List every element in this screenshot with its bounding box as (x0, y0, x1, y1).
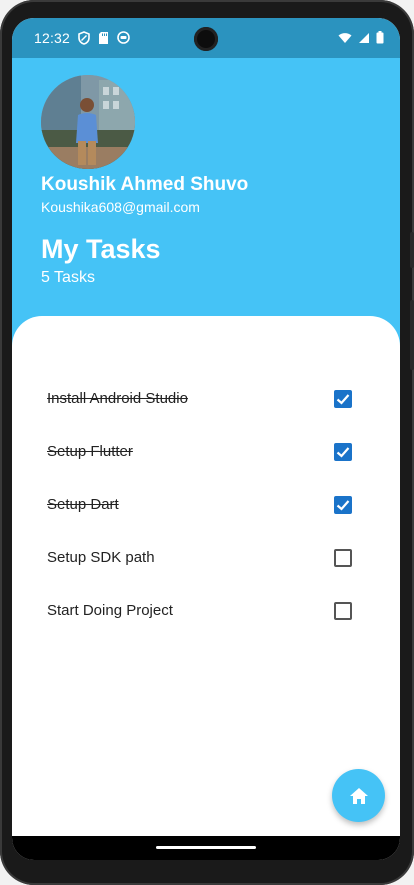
check-icon (336, 446, 350, 458)
task-row[interactable]: Setup Dart (12, 478, 400, 531)
signal-icon (359, 32, 369, 43)
task-label: Start Doing Project (47, 602, 173, 619)
task-row[interactable]: Setup SDK path (12, 531, 400, 584)
notification-icon (117, 31, 130, 44)
task-label: Install Android Studio (47, 390, 188, 407)
task-label: Setup SDK path (47, 549, 155, 566)
task-checkbox[interactable] (334, 601, 352, 620)
gesture-handle[interactable] (156, 846, 256, 849)
user-name: Koushik Ahmed Shuvo (41, 174, 249, 195)
task-checkbox[interactable] (334, 495, 352, 514)
check-icon (336, 393, 350, 405)
task-row[interactable]: Setup Flutter (12, 425, 400, 478)
task-sheet: Install Android Studio Setup Flutter Set… (12, 316, 400, 836)
task-row[interactable]: Start Doing Project (12, 584, 400, 637)
profile-header: Koushik Ahmed Shuvo Koushika608@gmail.co… (12, 58, 400, 358)
system-nav-bar (12, 836, 400, 860)
screen: 12:32 Koushik Ahmed Shuvo Koushika608@gm… (12, 18, 400, 860)
status-bar: 12:32 (12, 18, 400, 58)
volume-button (410, 232, 414, 268)
home-icon (349, 787, 368, 804)
status-left-icons (78, 31, 130, 45)
task-checkbox[interactable] (334, 389, 352, 408)
user-email: Koushika608@gmail.com (41, 199, 200, 215)
task-label: Setup Dart (47, 496, 119, 513)
battery-icon (376, 31, 384, 44)
sd-card-icon (99, 32, 108, 44)
status-right-icons (338, 31, 384, 44)
shield-icon (78, 31, 90, 45)
page-title: My Tasks (41, 234, 161, 264)
avatar[interactable] (41, 75, 135, 169)
task-row[interactable]: Install Android Studio (12, 372, 400, 425)
home-button[interactable] (332, 769, 385, 822)
power-button (410, 300, 414, 370)
status-time: 12:32 (34, 30, 71, 46)
profile-photo (41, 75, 135, 169)
task-checkbox[interactable] (334, 442, 352, 461)
check-icon (336, 499, 350, 511)
phone-frame: 12:32 Koushik Ahmed Shuvo Koushika608@gm… (0, 0, 414, 885)
front-camera (194, 27, 218, 51)
task-checkbox[interactable] (334, 548, 352, 567)
wifi-icon (338, 32, 352, 43)
task-list: Install Android Studio Setup Flutter Set… (12, 372, 400, 637)
task-label: Setup Flutter (47, 443, 133, 460)
task-count: 5 Tasks (41, 269, 95, 286)
